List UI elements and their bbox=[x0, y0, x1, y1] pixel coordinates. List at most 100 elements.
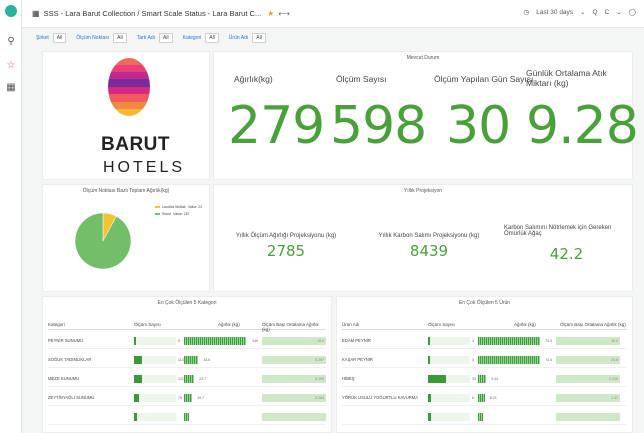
avg-bar: 19.6 bbox=[262, 337, 326, 345]
variable-filters: Şirket All Ölçüm Noktası All Tartı Adı A… bbox=[22, 28, 644, 48]
chevron-down-icon[interactable]: ⌄ bbox=[580, 8, 585, 16]
count-bar: 121 bbox=[134, 375, 184, 383]
header-weight[interactable]: Ağırlık (kg) bbox=[514, 322, 536, 327]
filter-select-scale[interactable]: All bbox=[159, 33, 173, 43]
count-bar-fill bbox=[428, 413, 432, 421]
breadcrumb[interactable]: SSS - Lara Barut Collection / Smart Scal… bbox=[44, 9, 262, 18]
table-row[interactable]: EDAM PEYNİR 3 74.4 19.9 bbox=[342, 333, 627, 349]
count-bar-fill bbox=[428, 375, 446, 383]
table-row[interactable]: HİBEŞ 30 9.44 0.315 bbox=[342, 371, 627, 387]
count-bar-fill bbox=[428, 356, 430, 364]
weight-bar: 23.7 bbox=[184, 375, 206, 383]
row-name: KAŞAR PEYNİR bbox=[342, 357, 373, 362]
table-row[interactable]: MEZE SUNUMU 121 23.7 0.196 bbox=[48, 371, 326, 387]
avg-bar: 0.315 bbox=[556, 375, 620, 383]
header-category[interactable]: Kategori bbox=[48, 322, 65, 327]
table-header: Ürün Adı Ölçüm Sayısı Ağırlık (kg) Ölçüm… bbox=[342, 322, 627, 330]
stat-value: 9.28 bbox=[526, 96, 639, 156]
count-bar: 3 bbox=[428, 356, 474, 364]
table-row[interactable] bbox=[342, 409, 627, 425]
pie-chart bbox=[74, 212, 132, 270]
stat-label: Yıllık Karbon Salımı Projeksiyonu (kg) bbox=[378, 233, 480, 239]
avg-value: 1.37 bbox=[611, 396, 618, 400]
count-bar bbox=[428, 413, 470, 421]
filter-select-company[interactable]: All bbox=[52, 33, 67, 43]
legend-item[interactable]: Stone Value: 257 bbox=[155, 212, 202, 216]
row-name: HİBEŞ bbox=[342, 376, 355, 381]
table-row[interactable]: YÖRÜK USULÜ YOĞURTLU KAVURMA 6 8.21 1.37 bbox=[342, 390, 627, 406]
count-bar-fill bbox=[134, 356, 142, 364]
row-name: YÖRÜK USULÜ YOĞURTLU KAVURMA bbox=[342, 395, 419, 400]
stat-label: Yıllık Ölçüm Ağırlığı Projeksiyonu (kg) bbox=[235, 233, 337, 239]
stat-daily-avg-value-box: 9.28 bbox=[526, 96, 639, 156]
yearly-trees-stat: Karbon Salımını Nötrlemek için Gereken Ö… bbox=[504, 225, 629, 263]
stat-value: 8439 bbox=[409, 242, 449, 260]
legend-name: Stone bbox=[162, 212, 172, 216]
zoom-out-button[interactable]: Q bbox=[593, 9, 598, 16]
avg-value: 19.9 bbox=[611, 339, 618, 343]
weight-value: 19.7 bbox=[197, 396, 205, 400]
grafana-logo-icon[interactable] bbox=[5, 5, 17, 17]
header-avg[interactable]: Ölçüm Başı Ortalama Ağırlık (kg) bbox=[262, 322, 326, 332]
weight-bar: 74.4 bbox=[478, 356, 552, 364]
filter-label-company: Şirket bbox=[36, 35, 49, 41]
header-avg[interactable]: Ölçüm Başı Ortalama Ağırlık (kg) bbox=[560, 322, 626, 327]
table-row[interactable] bbox=[48, 409, 326, 425]
stat-value: 2785 bbox=[266, 242, 306, 260]
stat-label: Günlük Ortalama Atık Miktarı (kg) bbox=[526, 68, 607, 88]
avg-value: 24.8 bbox=[611, 358, 618, 362]
count-bar: 113 bbox=[134, 356, 184, 364]
legend-value: Value: 257 bbox=[173, 212, 190, 216]
avg-value: 0.297 bbox=[315, 358, 324, 362]
refresh-button[interactable]: C bbox=[605, 9, 610, 16]
row-name: EDAM PEYNİR bbox=[342, 338, 371, 343]
favorite-star-icon[interactable]: ★ bbox=[267, 9, 274, 18]
row-name: SOĞUK TADIMLIKLAR bbox=[48, 357, 92, 362]
weight-value: 74.4 bbox=[545, 339, 552, 343]
dashboard-grid-icon: ▦ bbox=[32, 9, 40, 18]
top-bar: ▦ SSS - Lara Barut Collection / Smart Sc… bbox=[22, 0, 644, 28]
header-product[interactable]: Ürün Adı bbox=[342, 322, 360, 327]
avg-bar: 19.9 bbox=[556, 337, 620, 345]
toolbar-right: ◷ Last 30 days ⌄ Q C ⌄ ◯ bbox=[524, 8, 636, 17]
stat-weight: Ağırlık(kg) bbox=[234, 74, 273, 84]
yearly-weight-stat: Yıllık Ölçüm Ağırlığı Projeksiyonu (kg) … bbox=[226, 233, 346, 260]
filter-select-category[interactable]: All bbox=[205, 33, 219, 43]
filter-select-measurement-point[interactable]: All bbox=[113, 33, 127, 43]
stat-measure-count-value-box: 598 bbox=[330, 100, 427, 152]
refresh-interval-chevron-icon[interactable]: ⌄ bbox=[616, 8, 621, 16]
weight-bar: 8.21 bbox=[478, 394, 497, 402]
tv-mode-icon[interactable]: ◯ bbox=[629, 8, 636, 16]
header-weight[interactable]: Ağırlık (kg) bbox=[218, 322, 240, 327]
table-row[interactable]: PEYNİR SUNUMU 5 149 19.6 bbox=[48, 333, 326, 349]
search-icon[interactable]: ⚲ bbox=[4, 34, 18, 48]
weight-bar bbox=[478, 413, 483, 421]
table-row[interactable]: KAŞAR PEYNİR 3 74.4 24.8 bbox=[342, 352, 627, 368]
starred-icon[interactable]: ☆ bbox=[4, 58, 18, 72]
share-icon[interactable]: ⟷ bbox=[278, 9, 289, 18]
panel-title: En Çok Ölçülen 5 Kategori bbox=[157, 300, 217, 306]
stat-label: Karbon Salımını Nötrlemek için Gereken Ö… bbox=[504, 225, 612, 237]
filter-select-product[interactable]: All bbox=[252, 33, 266, 43]
panel-title: Mevcut Durum bbox=[406, 55, 440, 61]
table-row[interactable]: ZEYTİNYAĞLI SUNUMU 75 19.7 0.263 bbox=[48, 390, 326, 406]
stat-value: 30 bbox=[446, 96, 511, 156]
filter-label-measurement-point: Ölçüm Noktası bbox=[76, 35, 110, 41]
table-row[interactable]: SOĞUK TADIMLIKLAR 113 33.6 0.297 bbox=[48, 352, 326, 368]
time-range-picker[interactable]: Last 30 days bbox=[536, 9, 573, 16]
weight-value: 23.7 bbox=[199, 377, 206, 381]
count-bar: 6 bbox=[428, 394, 474, 402]
top-products-table: En Çok Ölçülen 5 Ürün Ürün Adı Ölçüm Say… bbox=[336, 296, 633, 433]
legend-item[interactable]: Landiva Mutfak Value: 22 bbox=[155, 205, 202, 209]
pie-chart-panel: Ölçüm Noktası Bazlı Toplam Ağırlık(kg) L… bbox=[42, 184, 210, 292]
stat-value: 42.2 bbox=[549, 245, 584, 263]
legend-swatch bbox=[155, 213, 160, 215]
count-bar-fill bbox=[134, 337, 136, 345]
dashboards-icon[interactable]: ▦ bbox=[4, 80, 18, 94]
avg-value: 19.6 bbox=[317, 339, 324, 343]
avg-bar: 0.297 bbox=[262, 356, 326, 364]
avg-value: 0.263 bbox=[315, 396, 324, 400]
pie-slice-2[interactable] bbox=[74, 212, 132, 270]
header-count[interactable]: Ölçüm Sayısı bbox=[428, 322, 455, 327]
header-count[interactable]: Ölçüm Sayısı bbox=[134, 322, 161, 327]
